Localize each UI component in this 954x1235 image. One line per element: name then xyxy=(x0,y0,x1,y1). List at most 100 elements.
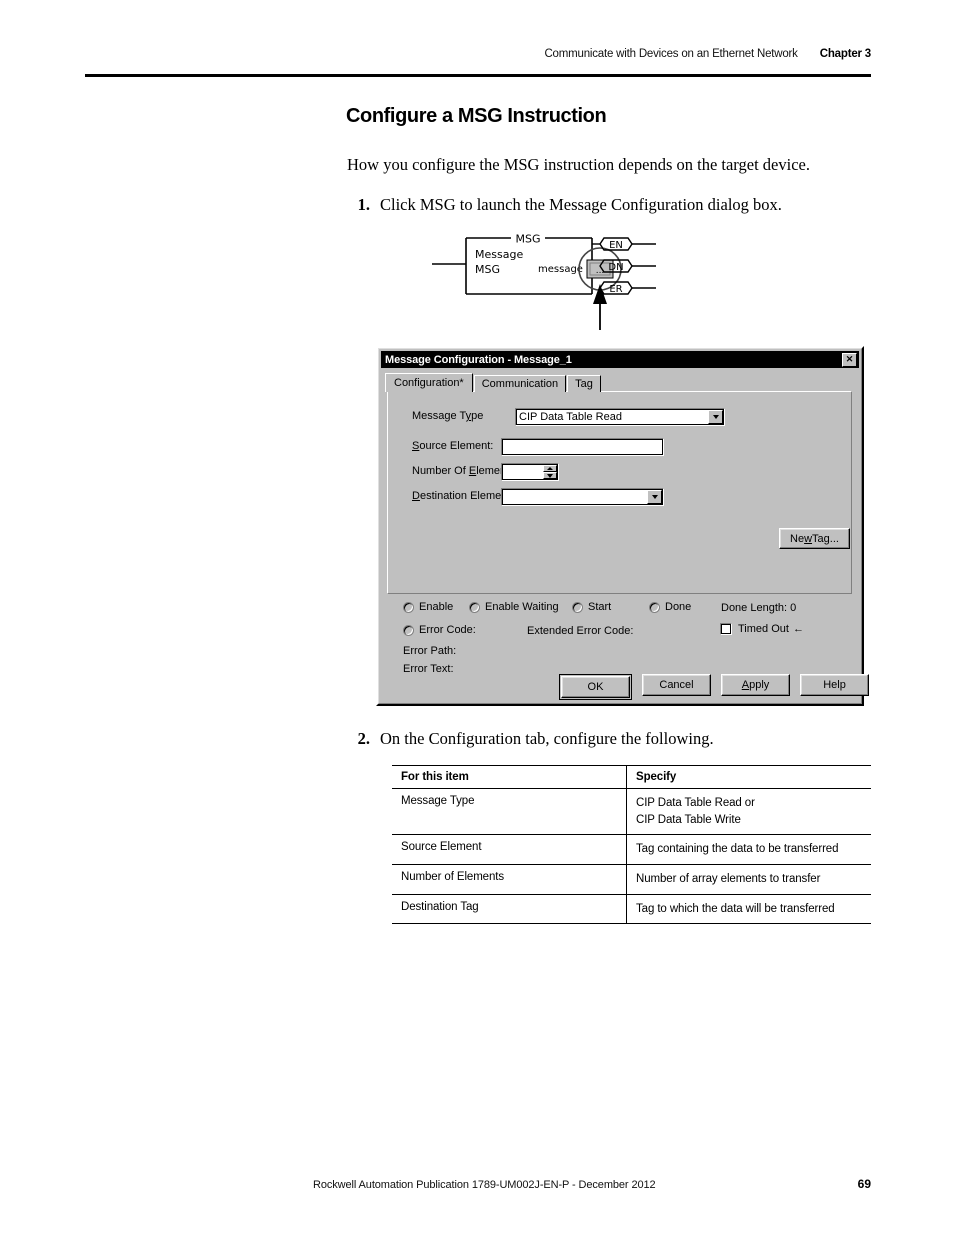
message-type-combobox[interactable]: CIP Data Table Read xyxy=(515,408,725,426)
extended-error-code-label: Extended Error Code: xyxy=(527,625,634,637)
radio-icon[interactable] xyxy=(403,624,414,636)
radio-icon[interactable] xyxy=(572,601,583,613)
chevron-down-icon[interactable] xyxy=(708,410,723,424)
status-enable[interactable]: Enable xyxy=(403,601,453,613)
table-row: Message Type CIP Data Table Read or CIP … xyxy=(392,788,871,836)
msg-output-er: ER xyxy=(599,281,656,295)
table-header-item: For this item xyxy=(392,765,627,789)
msg-block-title: MSG xyxy=(516,233,541,246)
msg-block-line1: Message xyxy=(475,248,523,261)
page-title: Configure a MSG Instruction xyxy=(346,105,607,127)
status-done[interactable]: Done xyxy=(649,601,691,613)
destination-element-combobox[interactable] xyxy=(501,488,664,506)
timed-out-checkbox-row[interactable]: Timed Out ← xyxy=(720,623,804,635)
apply-button[interactable]: Apply xyxy=(721,674,790,696)
new-tag-button[interactable]: Ne w Tag... xyxy=(779,528,850,549)
radio-icon[interactable] xyxy=(403,601,414,613)
msg-block-line2: MSG xyxy=(475,263,500,276)
intro-paragraph: How you configure the MSG instruction de… xyxy=(347,155,810,174)
configuration-spec-table: For this item Specify Message Type CIP D… xyxy=(392,765,871,925)
cancel-button[interactable]: Cancel xyxy=(642,674,711,696)
dialog-title: Message Configuration - Message_1 xyxy=(385,353,572,366)
status-done-label: Done xyxy=(665,601,692,613)
tab-communication-label: Communication xyxy=(481,378,559,390)
status-error-code-label: Error Code: xyxy=(419,624,476,636)
error-path-label: Error Path: xyxy=(403,645,457,657)
source-element-label: Source Element: xyxy=(412,440,494,452)
dialog-button-row: OK Cancel Apply Help xyxy=(559,674,869,700)
table-cell-specify: Tag to which the data will be transferre… xyxy=(626,894,871,925)
status-enable-waiting[interactable]: Enable Waiting xyxy=(469,601,559,613)
table-cell-line: Number of array elements to transfer xyxy=(636,873,821,886)
message-type-row: Message Type xyxy=(412,410,510,422)
source-element-input[interactable] xyxy=(501,438,664,456)
radio-icon[interactable] xyxy=(469,601,480,613)
tab-configuration-label: Configuration* xyxy=(394,377,464,389)
stepper-up-icon[interactable] xyxy=(543,465,557,472)
number-of-elements-value xyxy=(502,464,543,480)
msg-operand-label: message xyxy=(538,264,583,275)
close-icon[interactable]: ✕ xyxy=(842,352,857,367)
svg-text:EN: EN xyxy=(609,240,623,251)
checkbox-icon[interactable] xyxy=(720,623,732,635)
table-header-row: For this item Specify xyxy=(392,765,871,789)
page-header: Communicate with Devices on an Ethernet … xyxy=(85,48,871,74)
page-footer: Rockwell Automation Publication 1789-UM0… xyxy=(313,1177,871,1191)
step-2-text: On the Configuration tab, configure the … xyxy=(380,729,714,748)
status-start[interactable]: Start xyxy=(572,601,611,613)
error-text-label: Error Text: xyxy=(403,663,454,675)
footer-page-number: 69 xyxy=(857,1177,871,1191)
ok-button[interactable]: OK xyxy=(559,674,632,700)
left-arrow-icon: ← xyxy=(792,623,804,635)
table-cell-item: Source Element xyxy=(392,834,627,866)
header-line: Communicate with Devices on an Ethernet … xyxy=(544,48,871,60)
svg-text:DN: DN xyxy=(608,262,623,273)
status-enable-waiting-label: Enable Waiting xyxy=(485,601,559,613)
destination-element-label: Destination Element: xyxy=(412,490,514,502)
cancel-button-label: Cancel xyxy=(659,679,694,691)
number-of-elements-stepper[interactable] xyxy=(501,463,559,481)
table-cell-specify: CIP Data Table Read or CIP Data Table Wr… xyxy=(626,788,871,836)
table-cell-line: CIP Data Table Write xyxy=(636,813,741,826)
tab-configuration[interactable]: Configuration* xyxy=(385,373,473,392)
table-cell-item: Destination Tag xyxy=(392,894,627,925)
dialog-inner-frame: Message Configuration - Message_1 ✕ Conf… xyxy=(378,348,869,704)
table-row: Source Element Tag containing the data t… xyxy=(392,834,871,866)
tab-tag[interactable]: Tag xyxy=(567,375,601,392)
help-button-label: Help xyxy=(823,679,846,691)
stepper-down-icon[interactable] xyxy=(543,472,557,479)
table-row: Destination Tag Tag to which the data wi… xyxy=(392,894,871,925)
dialog-status-area: Enable Enable Waiting Start Done Done Le… xyxy=(387,601,852,675)
table-cell-item: Number of Elements xyxy=(392,864,627,895)
table-body: Message Type CIP Data Table Read or CIP … xyxy=(392,788,871,925)
footer-publication: Rockwell Automation Publication 1789-UM0… xyxy=(313,1179,656,1191)
message-type-value: CIP Data Table Read xyxy=(519,411,622,423)
step-2: 2. On the Configuration tab, configure t… xyxy=(344,729,714,749)
msg-rung-graphic: MSG Message MSG message ... EN DN ER xyxy=(432,233,656,330)
table-header: For this item Specify xyxy=(392,765,871,789)
table-cell-line: CIP Data Table Read or xyxy=(636,797,755,809)
destination-element-value xyxy=(502,489,647,505)
dialog-titlebar[interactable]: Message Configuration - Message_1 ✕ xyxy=(381,351,859,368)
tab-communication[interactable]: Communication xyxy=(473,375,567,392)
table-cell-specify: Tag containing the data to be transferre… xyxy=(626,834,871,866)
help-button[interactable]: Help xyxy=(800,674,869,696)
radio-icon[interactable] xyxy=(649,601,660,613)
table-cell-line: Tag to which the data will be transferre… xyxy=(636,902,835,915)
status-error-code[interactable]: Error Code: xyxy=(403,624,476,636)
step-2-number: 2. xyxy=(357,729,370,748)
table-cell-specify: Number of array elements to transfer xyxy=(626,864,871,895)
step-1-number: 1. xyxy=(357,195,370,214)
status-enable-label: Enable xyxy=(419,601,454,613)
timed-out-label: Timed Out xyxy=(738,623,789,635)
chevron-down-icon[interactable] xyxy=(647,490,662,504)
stepper-buttons[interactable] xyxy=(543,465,557,479)
configuration-tab-page: Message Type CIP Data Table Read Source … xyxy=(387,391,852,594)
message-type-label: Message Type xyxy=(412,410,484,422)
status-start-label: Start xyxy=(588,601,612,613)
table-row: Number of Elements Number of array eleme… xyxy=(392,864,871,895)
source-element-row: Source Element: xyxy=(412,440,493,452)
msg-ladder-rung: MSG Message MSG message ... EN DN ER xyxy=(432,232,682,332)
svg-text:ER: ER xyxy=(609,284,622,295)
step-1: 1. Click MSG to launch the Message Confi… xyxy=(344,195,782,215)
